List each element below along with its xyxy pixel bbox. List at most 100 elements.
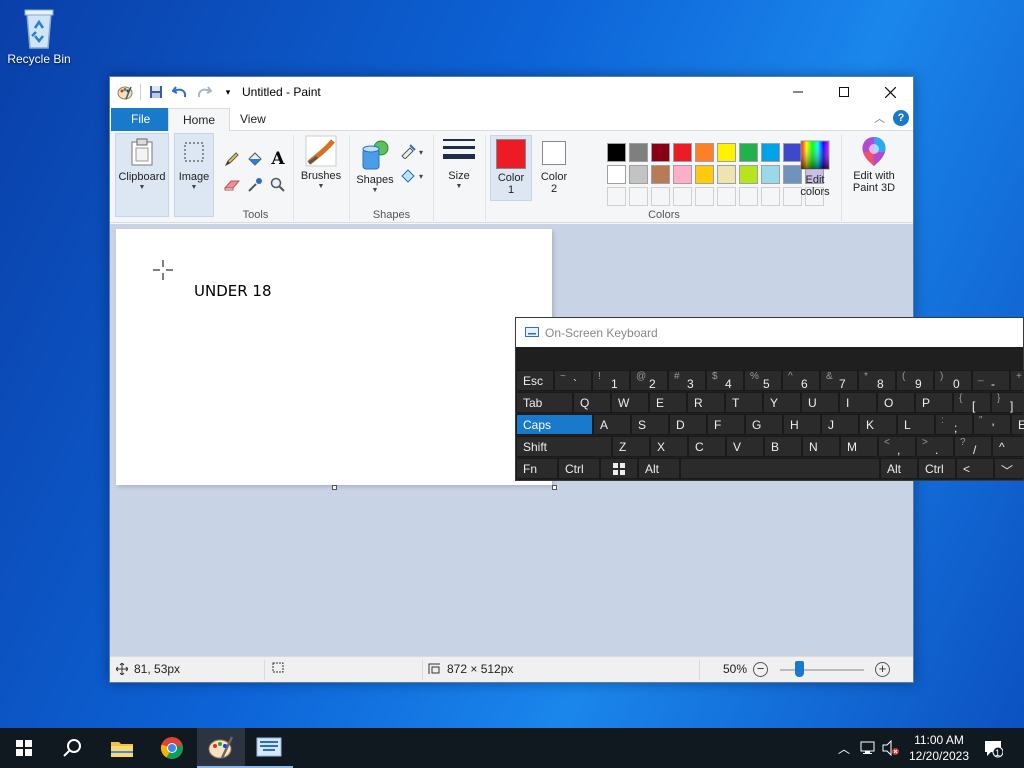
- color-swatch[interactable]: [673, 143, 692, 162]
- zoom-slider-track[interactable]: [780, 669, 864, 671]
- key-m[interactable]: M: [840, 436, 878, 457]
- key-o[interactable]: O: [877, 392, 915, 413]
- zoom-in-button[interactable]: +: [875, 662, 890, 677]
- recycle-bin[interactable]: Recycle Bin: [4, 6, 74, 66]
- redo-icon[interactable]: [195, 83, 213, 101]
- image-button[interactable]: Image ▼: [174, 133, 214, 217]
- key-t[interactable]: T: [725, 392, 763, 413]
- color-swatch[interactable]: [673, 165, 692, 184]
- color-swatch[interactable]: [761, 165, 780, 184]
- clipboard-button[interactable]: Clipboard ▼: [115, 133, 169, 217]
- save-icon[interactable]: [147, 83, 165, 101]
- custom-color-swatch[interactable]: [695, 187, 714, 206]
- color-swatch[interactable]: [695, 143, 714, 162]
- key-u[interactable]: U: [801, 392, 839, 413]
- key-7[interactable]: & 7: [820, 370, 858, 391]
- key-j[interactable]: J: [821, 414, 859, 435]
- clock[interactable]: 11:00 AM 12/20/2023: [902, 732, 976, 764]
- key-h[interactable]: H: [783, 414, 821, 435]
- key-5[interactable]: % 5: [744, 370, 782, 391]
- custom-color-swatch[interactable]: [629, 187, 648, 206]
- color-swatch[interactable]: [607, 165, 626, 184]
- color-swatch[interactable]: [629, 165, 648, 184]
- file-explorer-button[interactable]: [98, 728, 146, 768]
- custom-color-swatch[interactable]: [739, 187, 758, 206]
- key-n[interactable]: N: [802, 436, 840, 457]
- pencil-icon[interactable]: [222, 149, 242, 169]
- key-w[interactable]: W: [611, 392, 649, 413]
- key-f[interactable]: F: [707, 414, 745, 435]
- outline-icon[interactable]: ▾: [398, 141, 428, 161]
- network-icon[interactable]: [860, 741, 876, 755]
- tab-view[interactable]: View: [226, 108, 280, 131]
- color-swatch[interactable]: [651, 143, 670, 162]
- key-^[interactable]: ^: [992, 436, 1024, 457]
- key-x[interactable]: X: [650, 436, 688, 457]
- minimize-button[interactable]: [775, 77, 821, 107]
- key-g[interactable]: G: [745, 414, 783, 435]
- key-;[interactable]: :;: [935, 414, 973, 435]
- color-picker-icon[interactable]: [245, 175, 265, 195]
- magnifier-icon[interactable]: [268, 175, 288, 195]
- key-8[interactable]: * 8: [858, 370, 896, 391]
- key-en[interactable]: En: [1011, 414, 1024, 435]
- custom-color-swatch[interactable]: [717, 187, 736, 206]
- undo-icon[interactable]: [171, 83, 189, 101]
- key--[interactable]: _ -: [972, 370, 1010, 391]
- key-fn[interactable]: Fn: [516, 458, 558, 479]
- key-alt[interactable]: Alt: [638, 458, 680, 479]
- color-swatch[interactable]: [695, 165, 714, 184]
- color-swatch[interactable]: [739, 165, 758, 184]
- key-e[interactable]: E: [649, 392, 687, 413]
- key-tab[interactable]: Tab: [516, 392, 573, 413]
- key-=[interactable]: +=: [1010, 370, 1024, 391]
- key-][interactable]: }]: [991, 392, 1024, 413]
- resize-handle-corner[interactable]: [552, 485, 557, 490]
- volume-muted-icon[interactable]: [882, 740, 900, 756]
- paint-taskbar-button[interactable]: [197, 728, 245, 768]
- key-1[interactable]: ! 1: [592, 370, 630, 391]
- key-.[interactable]: >.: [916, 436, 954, 457]
- drawing-canvas[interactable]: UNDER 18: [116, 229, 552, 485]
- color-swatch[interactable]: [629, 143, 648, 162]
- shape-fill-icon[interactable]: ▾: [398, 165, 428, 185]
- key-ctrl[interactable]: Ctrl: [918, 458, 956, 479]
- help-icon[interactable]: ?: [893, 110, 909, 126]
- key-4[interactable]: $4: [706, 370, 744, 391]
- key-ctrl[interactable]: Ctrl: [558, 458, 600, 479]
- chevron-up-icon[interactable]: ︿: [838, 740, 850, 757]
- key-caps[interactable]: Caps: [516, 414, 593, 435]
- maximize-button[interactable]: [821, 77, 867, 107]
- collapse-ribbon-icon[interactable]: ︿: [874, 110, 885, 126]
- key-3[interactable]: #3: [668, 370, 706, 391]
- key-9[interactable]: (9: [896, 370, 934, 391]
- key-c[interactable]: C: [688, 436, 726, 457]
- edit-with-paint3d-button[interactable]: Edit with Paint 3D: [846, 133, 902, 194]
- key-/[interactable]: ? /: [954, 436, 992, 457]
- key-shift[interactable]: Shift: [516, 436, 612, 457]
- key-q[interactable]: Q: [573, 392, 611, 413]
- key-'[interactable]: " ': [973, 414, 1011, 435]
- key-[[interactable]: {[: [953, 392, 991, 413]
- tab-home[interactable]: Home: [168, 108, 231, 131]
- key-k[interactable]: K: [859, 414, 897, 435]
- key-d[interactable]: D: [669, 414, 707, 435]
- fill-icon[interactable]: [245, 149, 265, 169]
- key-left-arrow[interactable]: <: [956, 458, 994, 479]
- custom-color-swatch[interactable]: [607, 187, 626, 206]
- key-down-arrow[interactable]: ﹀: [994, 458, 1024, 479]
- key-i[interactable]: I: [839, 392, 877, 413]
- color-swatch[interactable]: [717, 165, 736, 184]
- key-z[interactable]: Z: [612, 436, 650, 457]
- zoom-out-button[interactable]: −: [753, 662, 768, 677]
- key-s[interactable]: S: [631, 414, 669, 435]
- tab-file[interactable]: File: [111, 108, 171, 131]
- eraser-icon[interactable]: [222, 175, 242, 195]
- key-windows[interactable]: [600, 458, 638, 479]
- key-2[interactable]: @2: [630, 370, 668, 391]
- key-a[interactable]: A: [593, 414, 631, 435]
- key-l[interactable]: L: [897, 414, 935, 435]
- search-button[interactable]: [48, 728, 96, 768]
- key-`[interactable]: ~ `: [554, 370, 592, 391]
- edit-colors-button[interactable]: Edit colors: [793, 137, 837, 198]
